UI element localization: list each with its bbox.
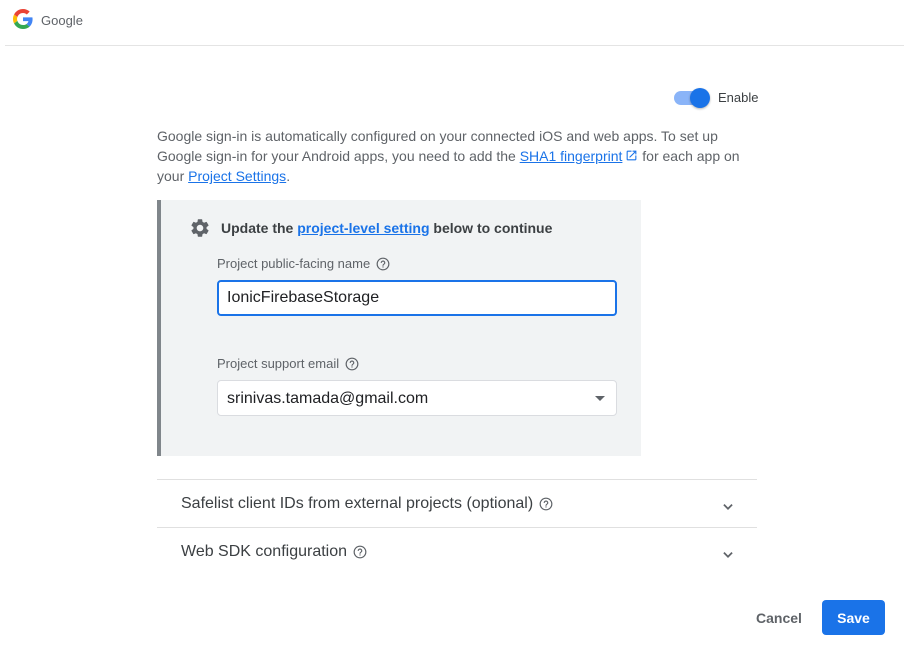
help-icon[interactable] <box>353 545 367 559</box>
support-email-label: Project support email <box>217 356 359 371</box>
save-button[interactable]: Save <box>822 600 885 635</box>
toggle-thumb <box>690 88 710 108</box>
open-in-new-icon[interactable] <box>625 149 638 162</box>
description-text: Google sign-in is automatically configur… <box>157 126 747 186</box>
provider-header: Google <box>5 0 904 46</box>
google-g-icon <box>13 9 33 29</box>
project-level-setting-link[interactable]: project-level setting <box>297 220 429 236</box>
project-settings-link[interactable]: Project Settings <box>188 168 286 184</box>
sha1-fingerprint-link[interactable]: SHA1 fingerprint <box>520 148 623 164</box>
description-part: . <box>286 168 291 184</box>
safelist-client-ids-expander[interactable]: Safelist client IDs from external projec… <box>157 479 757 528</box>
panel-title-suffix: below to continue <box>429 220 553 236</box>
expander-label: Safelist client IDs from external projec… <box>181 495 553 513</box>
chevron-down-icon <box>723 552 733 558</box>
help-icon[interactable] <box>376 257 390 271</box>
panel-title: Update the project-level setting below t… <box>221 220 552 236</box>
project-settings-panel: Update the project-level setting below t… <box>157 200 641 456</box>
chevron-down-icon <box>723 504 733 510</box>
project-name-label: Project public-facing name <box>217 256 390 271</box>
gear-icon <box>191 219 209 237</box>
cancel-button[interactable]: Cancel <box>744 601 814 635</box>
support-email-select[interactable]: srinivas.tamada@gmail.com <box>217 380 617 416</box>
help-icon[interactable] <box>345 357 359 371</box>
support-email-value: srinivas.tamada@gmail.com <box>227 390 429 407</box>
web-sdk-configuration-expander[interactable]: Web SDK configuration <box>157 527 757 576</box>
support-email-label-text: Project support email <box>217 356 340 371</box>
enable-label: Enable <box>718 90 759 105</box>
expander-label-text: Web SDK configuration <box>181 543 348 560</box>
panel-title-prefix: Update the <box>221 220 298 236</box>
expander-label-text: Safelist client IDs from external projec… <box>181 495 534 512</box>
dropdown-arrow-icon <box>595 396 605 401</box>
enable-toggle[interactable] <box>674 87 712 109</box>
expander-label: Web SDK configuration <box>181 543 367 561</box>
project-name-input[interactable] <box>217 280 617 316</box>
project-name-label-text: Project public-facing name <box>217 256 371 271</box>
provider-name: Google <box>41 13 83 28</box>
help-icon[interactable] <box>539 497 553 511</box>
